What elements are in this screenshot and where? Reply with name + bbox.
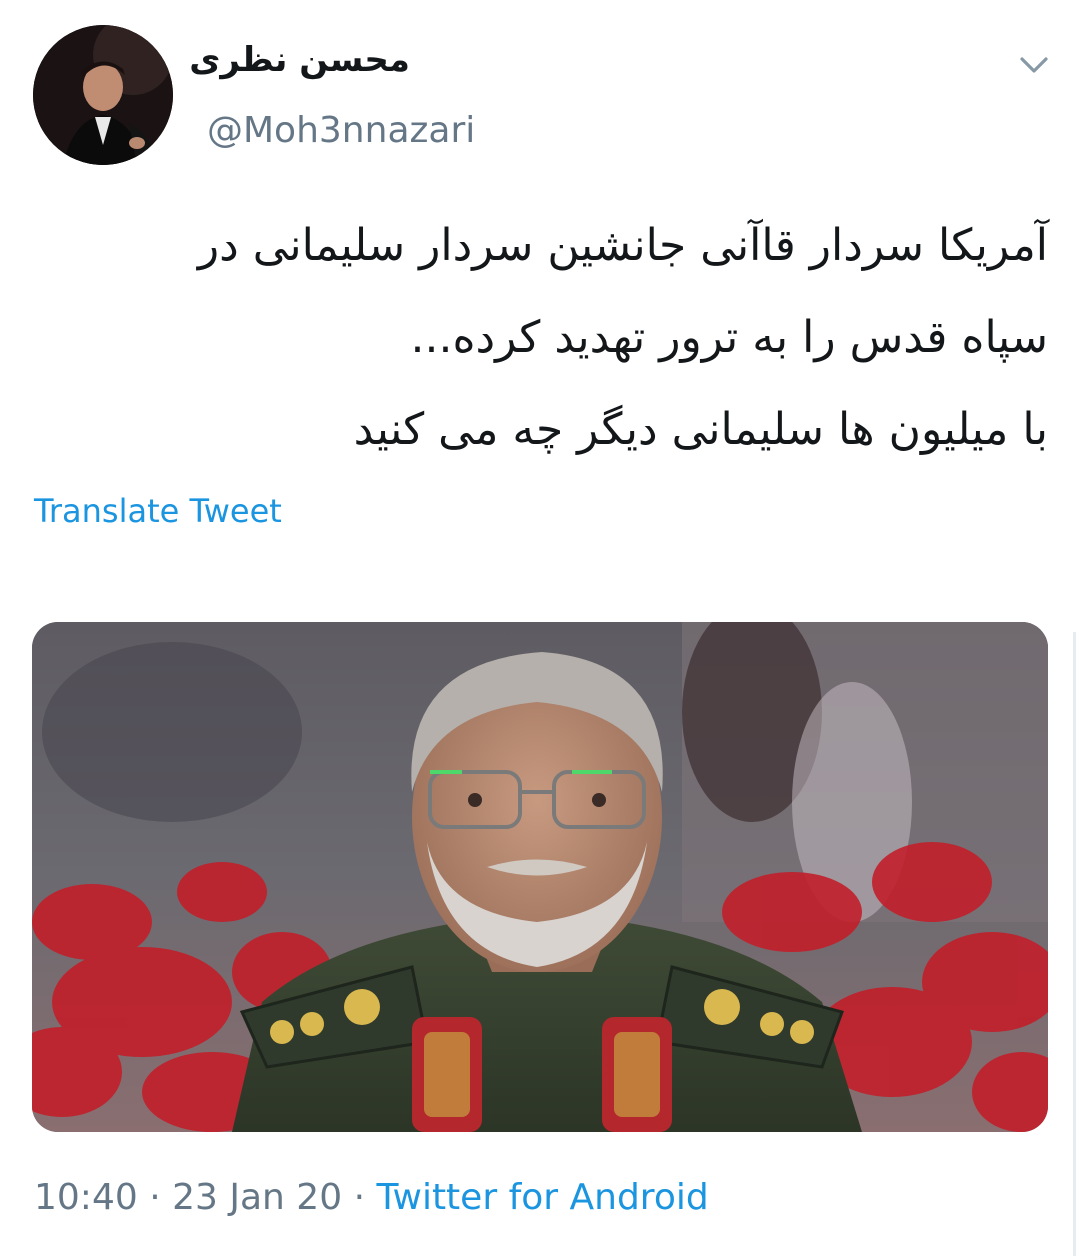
tweet-text-line: سپاه قدس را به ترور تهدید کرده... (410, 312, 1048, 363)
display-name[interactable]: محسن نظری (189, 40, 410, 80)
tweet-source-link[interactable]: Twitter for Android (376, 1177, 708, 1218)
tweet-meta: 10:40 · 23 Jan 20 · Twitter for Android (34, 1177, 709, 1218)
scroll-indicator[interactable] (1073, 632, 1076, 1256)
profile-photo-icon (33, 25, 173, 165)
tweet-date[interactable]: 23 Jan 20 (172, 1177, 342, 1218)
meta-separator: · (149, 1177, 161, 1218)
tweet-menu-button[interactable] (1016, 50, 1052, 80)
translate-tweet-link[interactable]: Translate Tweet (34, 492, 282, 530)
avatar[interactable] (33, 25, 173, 165)
chevron-down-icon (1020, 57, 1048, 73)
username[interactable]: @Moh3nnazari (207, 110, 475, 151)
meta-separator: · (353, 1177, 366, 1218)
tweet-text-line: با میلیون ها سلیمانی دیگر چه می کنید (353, 404, 1048, 455)
tweet-time[interactable]: 10:40 (34, 1177, 138, 1218)
tweet-text-line: آمریکا سردار قاآنی جانشین سردار سلیمانی … (197, 220, 1048, 271)
tweet-text: آمریکا سردار قاآنی جانشین سردار سلیمانی … (30, 200, 1048, 476)
tweet-photo-icon (32, 622, 1048, 1132)
tweet-media[interactable] (32, 622, 1048, 1132)
tweet-detail: محسن نظری @Moh3nnazari آمریکا سردار قاآن… (0, 0, 1080, 1256)
